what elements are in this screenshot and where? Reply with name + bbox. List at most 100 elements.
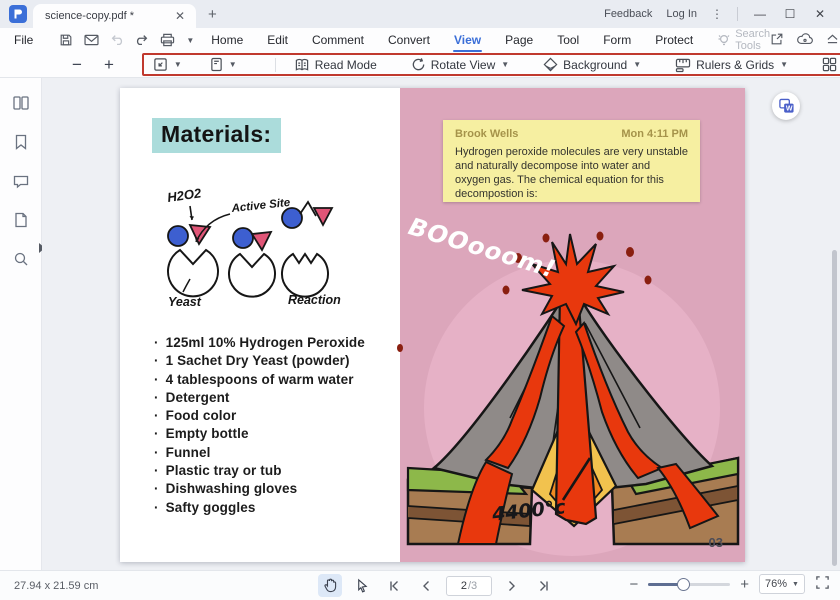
previous-page-button[interactable] [414,574,438,597]
sticky-note-comment[interactable]: Brook Wells Mon 4:11 PM Hydrogen peroxid… [443,120,700,202]
zoom-level-select[interactable]: 76% ▼ [759,574,805,594]
menu-tool[interactable]: Tool [556,30,580,50]
page-thumbnails-icon[interactable] [12,94,30,112]
new-tab-button[interactable]: + [208,6,217,23]
list-item: Detergent [154,389,365,407]
view-toolbar: − + ▼ ▼ Read Mode Rotate View ▼ [0,52,840,78]
list-item: Food color [154,407,365,425]
menu-form[interactable]: Form [602,30,632,50]
volcano-illustration [400,228,745,562]
vertical-scrollbar[interactable] [832,250,837,566]
customize-toolbar-caret-icon[interactable]: ▼ [186,36,194,45]
chevron-down-icon: ▼ [229,60,237,69]
close-button[interactable]: ✕ [812,7,828,21]
hand-tool-button[interactable] [318,574,342,597]
tab-close-icon[interactable]: ✕ [172,9,188,23]
annotation-highlight-box: ▼ ▼ Read Mode Rotate View ▼ Backg [142,53,840,76]
svg-text:W: W [785,106,792,113]
convert-to-word-button[interactable]: W [772,92,800,120]
select-tool-button[interactable] [350,574,374,597]
chevron-down-icon: ▼ [174,60,182,69]
maximize-button[interactable]: ☐ [782,7,798,21]
rotate-view-dropdown[interactable]: Rotate View ▼ [411,57,509,72]
chevron-down-icon: ▼ [501,60,509,69]
menu-view[interactable]: View [453,30,482,50]
materials-title: Materials: [152,118,281,153]
zoom-slider-plus[interactable]: + [740,576,749,593]
minimize-button[interactable]: — [752,7,768,21]
next-page-button[interactable] [500,574,524,597]
reaction-label: Reaction [288,293,341,307]
zoom-slider-knob[interactable] [677,578,690,591]
rulers-grids-label: Rulers & Grids [696,58,774,72]
list-item: 4 tablespoons of warm water [154,371,365,389]
collapse-toolbar-icon[interactable] [826,33,839,47]
chevron-down-icon: ▼ [792,581,799,588]
list-item: 1 Sachet Dry Yeast (powder) [154,352,365,370]
read-mode-button[interactable]: Read Mode [294,58,377,72]
pink-page-half: Brook Wells Mon 4:11 PM Hydrogen peroxid… [400,88,745,562]
bulb-icon [718,34,730,47]
page-display-dropdown[interactable]: ▼ [210,57,237,72]
zoom-in-button[interactable]: + [104,56,114,73]
search-tools[interactable]: Search Tools [718,28,770,52]
ruler-icon [675,58,691,72]
list-item: Funnel [154,444,365,462]
titlebar: science-copy.pdf * ✕ + Feedback Log In ⋮… [0,0,840,28]
menu-page[interactable]: Page [504,30,534,50]
page-number-input[interactable]: 2 /3 [446,576,492,596]
rulers-grids-dropdown[interactable]: Rulers & Grids ▼ [675,58,788,72]
save-icon[interactable] [59,33,73,47]
menu-file[interactable]: File [14,33,33,47]
rotate-view-label: Rotate View [431,58,495,72]
tile-dropdown[interactable]: Tile ▼ [822,57,840,72]
fullscreen-icon[interactable] [815,575,830,593]
menu-comment[interactable]: Comment [311,30,365,50]
zoom-slider[interactable] [648,583,730,586]
last-page-button[interactable] [532,574,556,597]
more-options-icon[interactable]: ⋮ [711,7,723,21]
divider [275,58,276,72]
menu-edit[interactable]: Edit [266,30,289,50]
search-tools-label: Search Tools [735,28,770,52]
redo-icon[interactable] [135,34,149,46]
background-dropdown[interactable]: Background ▼ [543,57,641,72]
pdf-page[interactable]: Materials: [120,88,745,562]
email-icon[interactable] [84,34,99,46]
list-item: Plastic tray or tub [154,462,365,480]
search-icon[interactable] [12,250,30,268]
app-logo-icon[interactable] [9,5,27,23]
statusbar: 27.94 x 21.59 cm 2 /3 [0,570,840,600]
cloud-upload-icon[interactable] [797,33,813,48]
menu-convert[interactable]: Convert [387,30,431,50]
divider [737,7,738,21]
document-tab[interactable]: science-copy.pdf * ✕ [33,4,196,28]
document-page-number: 03 [709,535,723,550]
login-link[interactable]: Log In [666,8,697,20]
bookmarks-icon[interactable] [12,133,30,151]
feedback-link[interactable]: Feedback [604,8,652,20]
first-page-button[interactable] [382,574,406,597]
menu-protect[interactable]: Protect [654,30,694,50]
chevron-down-icon: ▼ [633,60,641,69]
page-dimensions: 27.94 x 21.59 cm [14,580,98,592]
attachments-icon[interactable] [12,211,30,229]
fit-window-dropdown[interactable]: ▼ [153,57,182,72]
note-author: Brook Wells [455,128,518,140]
yeast-label: Yeast [168,295,202,309]
zoom-slider-minus[interactable]: − [629,576,638,593]
zoom-out-button[interactable]: − [72,56,82,73]
share-icon[interactable] [770,32,784,49]
tile-icon [822,57,837,72]
menu-home[interactable]: Home [210,30,244,50]
enzyme-diagram: H2O2 Active Site Yeast Reaction [140,172,350,312]
current-page: 2 [461,580,467,592]
print-icon[interactable] [160,33,175,47]
comments-icon[interactable] [12,172,30,190]
read-mode-label: Read Mode [315,58,377,72]
document-canvas[interactable]: Materials: [42,78,840,570]
tab-title: science-copy.pdf * [45,10,172,22]
book-icon [294,58,310,72]
undo-icon[interactable] [110,34,124,46]
menubar: File ▼ Home Edit Comment Convert View Pa… [0,28,840,52]
